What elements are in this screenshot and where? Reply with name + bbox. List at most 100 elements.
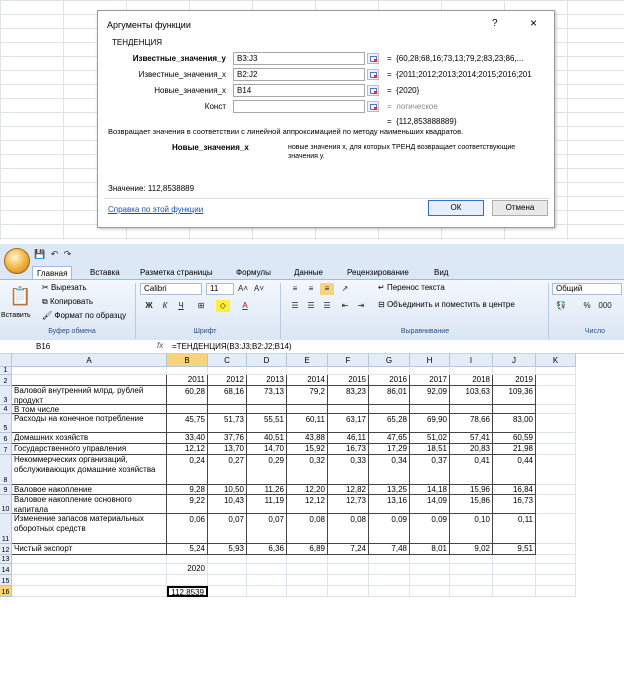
cell-e7[interactable]: 15,92	[287, 444, 328, 455]
range-select-icon[interactable]	[367, 85, 379, 96]
cell-h5[interactable]: 69,90	[410, 414, 450, 433]
orientation-icon[interactable]: ↗	[338, 283, 352, 295]
bold-button[interactable]: Ж	[142, 300, 156, 312]
row-header-2[interactable]: 2	[0, 375, 12, 386]
shrink-font-icon[interactable]: A˅	[252, 283, 266, 295]
cell-k1[interactable]	[536, 367, 576, 375]
cell-e11[interactable]: 0,08	[287, 514, 328, 544]
cell-e9[interactable]: 12,20	[287, 485, 328, 495]
align-bottom-icon[interactable]: ≡	[320, 283, 334, 295]
cell-h2[interactable]: 2017	[410, 375, 450, 386]
cell-d2[interactable]: 2013	[247, 375, 287, 386]
cell-d16[interactable]	[247, 586, 287, 597]
cell-k16[interactable]	[536, 586, 576, 597]
merge-center-button[interactable]: ⊟ Объединить и поместить в центре	[378, 300, 515, 309]
cell-g12[interactable]: 7,48	[369, 544, 410, 555]
arg-input-new-x[interactable]: B14	[233, 84, 365, 97]
column-header-i[interactable]: I	[450, 354, 493, 367]
cell-h13[interactable]	[410, 555, 450, 564]
cell-d8[interactable]: 0,29	[247, 455, 287, 485]
cell-a6[interactable]: Домашних хозяйств	[12, 433, 167, 444]
cell-k2[interactable]	[536, 375, 576, 386]
fill-color-icon[interactable]: ◇	[216, 300, 230, 312]
cancel-button[interactable]: Отмена	[492, 200, 548, 216]
cell-i15[interactable]	[450, 575, 493, 586]
cell-b2[interactable]: 2011	[167, 375, 208, 386]
cell-a3[interactable]: Валовой внутренний млрд. рублей продукт	[12, 386, 167, 405]
grow-font-icon[interactable]: A˄	[236, 283, 250, 295]
cell-g13[interactable]	[369, 555, 410, 564]
cell-j7[interactable]: 21,98	[493, 444, 536, 455]
cell-d9[interactable]: 11,26	[247, 485, 287, 495]
column-header-d[interactable]: D	[247, 354, 287, 367]
formula-input[interactable]: =ТЕНДЕНЦИЯ(B3:J3;B2:J2;B14)	[172, 342, 292, 351]
cell-f16[interactable]	[328, 586, 369, 597]
cell-a15[interactable]	[12, 575, 167, 586]
help-icon[interactable]: ?	[492, 18, 498, 29]
cell-k13[interactable]	[536, 555, 576, 564]
cell-a1[interactable]	[12, 367, 167, 375]
cell-k6[interactable]	[536, 433, 576, 444]
cell-d13[interactable]	[247, 555, 287, 564]
row-header-3[interactable]: 3	[0, 386, 12, 405]
cell-b16[interactable]: 112,8539	[167, 586, 208, 597]
cell-j3[interactable]: 109,36	[493, 386, 536, 405]
cell-i9[interactable]: 15,96	[450, 485, 493, 495]
cell-c11[interactable]: 0,07	[208, 514, 247, 544]
cell-e6[interactable]: 43,88	[287, 433, 328, 444]
cell-h12[interactable]: 8,01	[410, 544, 450, 555]
row-header-13[interactable]: 13	[0, 555, 12, 564]
column-header-e[interactable]: E	[287, 354, 328, 367]
row-header-11[interactable]: 11	[0, 514, 12, 544]
cell-h6[interactable]: 51,02	[410, 433, 450, 444]
format-painter-button[interactable]: 🖌 Формат по образцу	[42, 311, 126, 320]
cell-a13[interactable]	[12, 555, 167, 564]
range-select-icon[interactable]	[367, 69, 379, 80]
align-left-icon[interactable]: ☰	[288, 300, 302, 312]
borders-icon[interactable]: ⊞	[194, 300, 208, 312]
undo-icon[interactable]: ↶	[51, 249, 59, 260]
paste-icon[interactable]: 📋	[9, 286, 31, 307]
cell-a7[interactable]: Государственного управления	[12, 444, 167, 455]
cell-d6[interactable]: 40,51	[247, 433, 287, 444]
cell-a5[interactable]: Расходы на конечное потребление	[12, 414, 167, 433]
cell-c6[interactable]: 37,76	[208, 433, 247, 444]
cell-f4[interactable]	[328, 405, 369, 414]
cell-h1[interactable]	[410, 367, 450, 375]
cell-b1[interactable]	[167, 367, 208, 375]
cell-k4[interactable]	[536, 405, 576, 414]
cell-b13[interactable]	[167, 555, 208, 564]
tab-home[interactable]: Главная	[32, 266, 73, 280]
cell-b7[interactable]: 12,12	[167, 444, 208, 455]
cell-b11[interactable]: 0,06	[167, 514, 208, 544]
cell-f6[interactable]: 46,11	[328, 433, 369, 444]
column-header-f[interactable]: F	[328, 354, 369, 367]
cell-f1[interactable]	[328, 367, 369, 375]
cell-d14[interactable]	[247, 564, 287, 575]
tab-review[interactable]: Рецензирование	[343, 266, 413, 280]
increase-indent-icon[interactable]: ⇥	[354, 300, 368, 312]
cell-b5[interactable]: 45,75	[167, 414, 208, 433]
cell-e15[interactable]	[287, 575, 328, 586]
cell-a8[interactable]: Некоммерческих организаций, обслуживающи…	[12, 455, 167, 485]
cell-k9[interactable]	[536, 485, 576, 495]
cell-g2[interactable]: 2016	[369, 375, 410, 386]
cell-f13[interactable]	[328, 555, 369, 564]
cell-a4[interactable]: В том числе	[12, 405, 167, 414]
row-header-5[interactable]: 5	[0, 414, 12, 433]
cell-h4[interactable]	[410, 405, 450, 414]
cell-j13[interactable]	[493, 555, 536, 564]
cell-f10[interactable]: 12,73	[328, 495, 369, 514]
cell-e5[interactable]: 60,11	[287, 414, 328, 433]
cell-j9[interactable]: 16,84	[493, 485, 536, 495]
cell-d5[interactable]: 55,51	[247, 414, 287, 433]
redo-icon[interactable]: ↷	[64, 249, 72, 260]
cell-g8[interactable]: 0,34	[369, 455, 410, 485]
cell-i11[interactable]: 0,10	[450, 514, 493, 544]
paste-button[interactable]: Вставить	[1, 312, 31, 319]
cell-d4[interactable]	[247, 405, 287, 414]
cell-a11[interactable]: Изменение запасов материальных оборотных…	[12, 514, 167, 544]
cell-e12[interactable]: 6,89	[287, 544, 328, 555]
column-header-a[interactable]: A	[12, 354, 167, 367]
save-icon[interactable]: 💾	[34, 249, 45, 260]
